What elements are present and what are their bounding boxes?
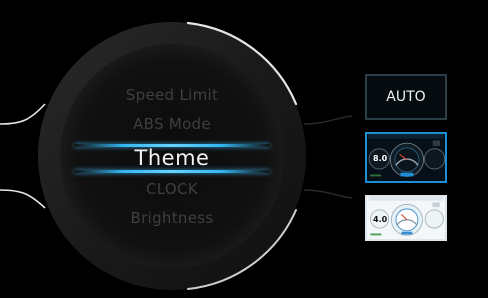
right-connector-bottom (303, 189, 353, 199)
menu-item-speed-limit[interactable]: Speed Limit (80, 86, 264, 104)
selection-line-bottom (74, 170, 270, 173)
screen: Speed Limit ABS Mode Theme CLOCK Brightn… (0, 0, 488, 298)
left-connector-top (0, 103, 46, 125)
menu-item-theme[interactable]: Theme (80, 146, 264, 170)
theme-option-dark[interactable]: 8.0 (365, 132, 447, 183)
light-thumbnail-speed: 4.0 (373, 215, 388, 224)
menu-item-brightness[interactable]: Brightness (80, 209, 264, 227)
dark-thumbnail-speed: 8.0 (373, 154, 388, 163)
menu-item-clock[interactable]: CLOCK (80, 180, 264, 198)
menu-item-abs-mode[interactable]: ABS Mode (80, 115, 264, 133)
theme-option-auto[interactable]: AUTO (365, 74, 447, 120)
theme-option-auto-label: AUTO (386, 89, 426, 105)
right-connector-top (303, 115, 353, 125)
left-connector-bottom (0, 189, 46, 209)
theme-option-light[interactable]: 4.0 (365, 195, 447, 241)
